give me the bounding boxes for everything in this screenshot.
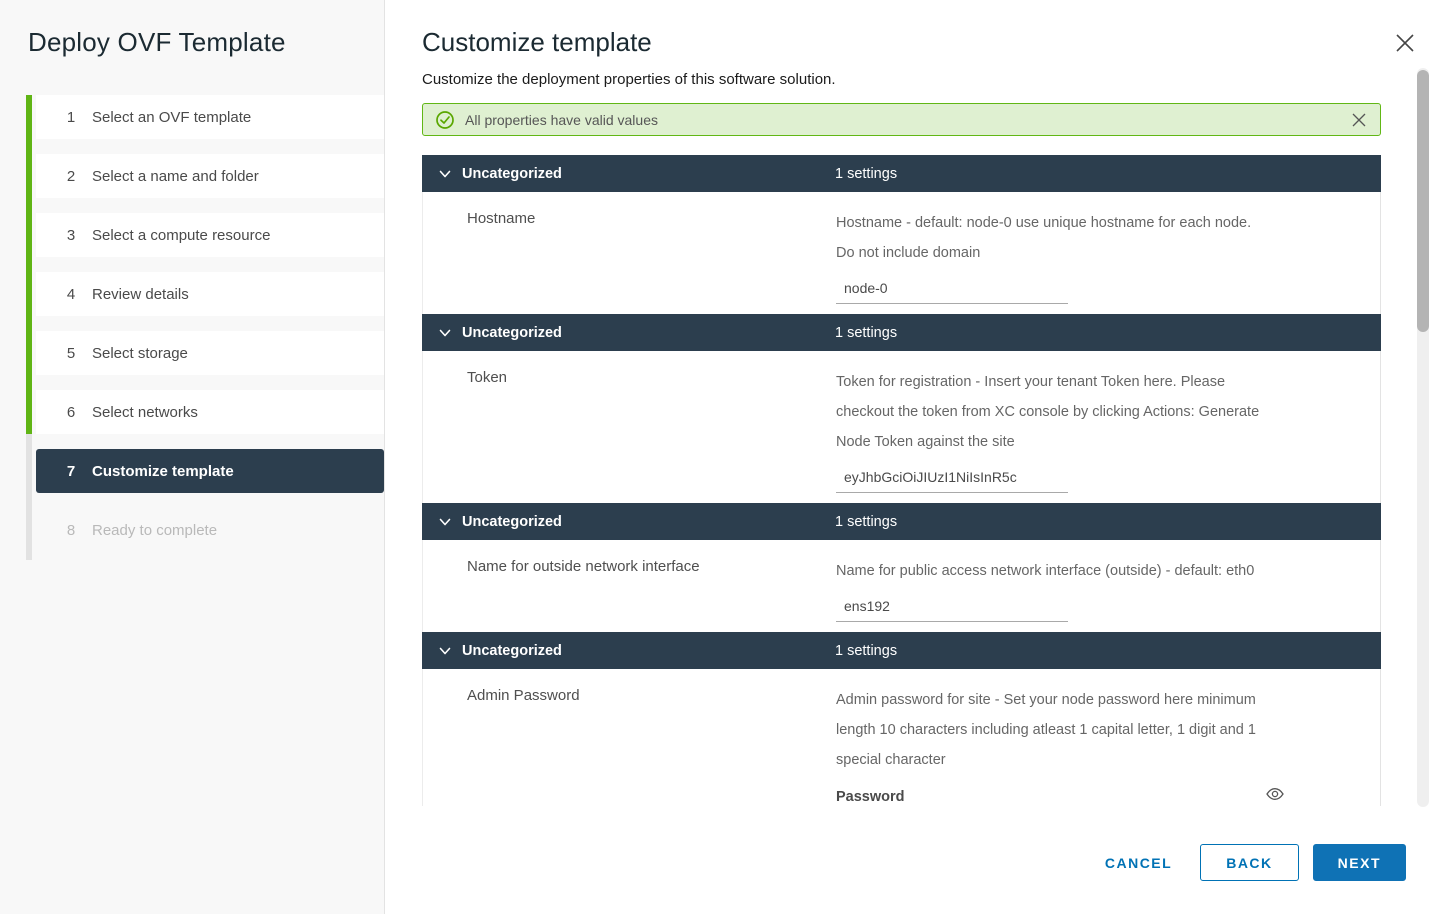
property-description: Token for registration - Insert your ten…: [836, 367, 1346, 457]
step-number: 2: [59, 168, 83, 185]
check-circle-icon: [436, 111, 454, 129]
wizard-footer: CANCEL BACK NEXT: [1091, 844, 1406, 881]
hostname-input[interactable]: [836, 280, 1068, 304]
property-description: Name for public access network interface…: [836, 556, 1346, 586]
sidebar-step-select-storage[interactable]: 5 Select storage: [36, 331, 384, 375]
chevron-down-icon[interactable]: [438, 515, 452, 529]
step-label: Select a compute resource: [92, 227, 270, 244]
step-number: 1: [59, 109, 83, 126]
sidebar-step-select-name-folder[interactable]: 2 Select a name and folder: [36, 154, 384, 198]
outside-interface-input[interactable]: [836, 598, 1068, 622]
property-description: Admin password for site - Set your node …: [836, 685, 1346, 775]
customize-template-panel: Customize template Customize the deploym…: [386, 0, 1431, 914]
step-number: 4: [59, 286, 83, 303]
progress-rail-complete: [26, 95, 32, 434]
validation-banner-text: All properties have valid values: [465, 112, 658, 128]
chevron-down-icon[interactable]: [438, 167, 452, 181]
chevron-down-icon[interactable]: [438, 326, 452, 340]
back-button[interactable]: BACK: [1200, 844, 1298, 881]
token-input[interactable]: [836, 469, 1068, 493]
section-settings-count: 1 settings: [835, 166, 897, 182]
close-icon[interactable]: [1393, 31, 1417, 55]
property-row-hostname: Hostname Hostname - default: node-0 use …: [422, 192, 1381, 314]
sidebar-step-ready-to-complete: 8 Ready to complete: [36, 508, 384, 552]
progress-rail-remaining: [26, 434, 32, 560]
step-label: Select an OVF template: [92, 109, 251, 126]
next-button[interactable]: NEXT: [1313, 844, 1406, 881]
property-label: Hostname: [423, 208, 836, 314]
step-label: Ready to complete: [92, 522, 217, 539]
wizard-sidebar: Deploy OVF Template 1 Select an OVF temp…: [0, 0, 385, 914]
sidebar-step-customize-template[interactable]: 7 Customize template: [36, 449, 384, 493]
section-title: Uncategorized: [462, 643, 562, 659]
property-row-token: Token Token for registration - Insert yo…: [422, 351, 1381, 503]
step-label: Select networks: [92, 404, 198, 421]
banner-dismiss-icon[interactable]: [1350, 111, 1368, 129]
show-password-eye-icon[interactable]: [1265, 786, 1285, 802]
vertical-scrollbar[interactable]: [1417, 68, 1429, 807]
scrollbar-thumb[interactable]: [1417, 70, 1429, 332]
property-row-outside-interface: Name for outside network interface Name …: [422, 540, 1381, 632]
step-number: 6: [59, 404, 83, 421]
page-subtitle: Customize the deployment properties of t…: [422, 71, 836, 88]
section-header-uncategorized-3[interactable]: Uncategorized 1 settings: [422, 503, 1381, 540]
step-label: Customize template: [92, 463, 234, 480]
property-label: Name for outside network interface: [423, 556, 836, 632]
cancel-button[interactable]: CANCEL: [1091, 844, 1186, 881]
property-row-admin-password: Admin Password Admin password for site -…: [422, 669, 1381, 806]
section-settings-count: 1 settings: [835, 325, 897, 341]
section-settings-count: 1 settings: [835, 643, 897, 659]
section-settings-count: 1 settings: [835, 514, 897, 530]
wizard-title: Deploy OVF Template: [28, 27, 286, 58]
sidebar-step-review-details[interactable]: 4 Review details: [36, 272, 384, 316]
section-title: Uncategorized: [462, 166, 562, 182]
sidebar-step-select-networks[interactable]: 6 Select networks: [36, 390, 384, 434]
wizard-steps: 1 Select an OVF template 2 Select a name…: [26, 95, 384, 567]
sidebar-step-select-ovf-template[interactable]: 1 Select an OVF template: [36, 95, 384, 139]
step-number: 8: [59, 522, 83, 539]
section-title: Uncategorized: [462, 514, 562, 530]
property-label: Admin Password: [423, 685, 836, 806]
section-header-uncategorized-1[interactable]: Uncategorized 1 settings: [422, 155, 1381, 192]
section-title: Uncategorized: [462, 325, 562, 341]
password-field-label: Password: [836, 787, 1021, 805]
step-label: Select a name and folder: [92, 168, 259, 185]
sidebar-step-select-compute-resource[interactable]: 3 Select a compute resource: [36, 213, 384, 257]
property-description: Hostname - default: node-0 use unique ho…: [836, 208, 1346, 268]
page-title: Customize template: [422, 27, 652, 58]
step-number: 5: [59, 345, 83, 362]
step-label: Review details: [92, 286, 189, 303]
section-header-uncategorized-4[interactable]: Uncategorized 1 settings: [422, 632, 1381, 669]
step-label: Select storage: [92, 345, 188, 362]
chevron-down-icon[interactable]: [438, 644, 452, 658]
properties-list: Uncategorized 1 settings Hostname Hostna…: [422, 155, 1381, 806]
password-input[interactable]: [1021, 787, 1291, 806]
validation-banner: All properties have valid values: [422, 103, 1381, 136]
step-number: 3: [59, 227, 83, 244]
property-label: Token: [423, 367, 836, 503]
section-header-uncategorized-2[interactable]: Uncategorized 1 settings: [422, 314, 1381, 351]
step-number: 7: [59, 463, 83, 480]
